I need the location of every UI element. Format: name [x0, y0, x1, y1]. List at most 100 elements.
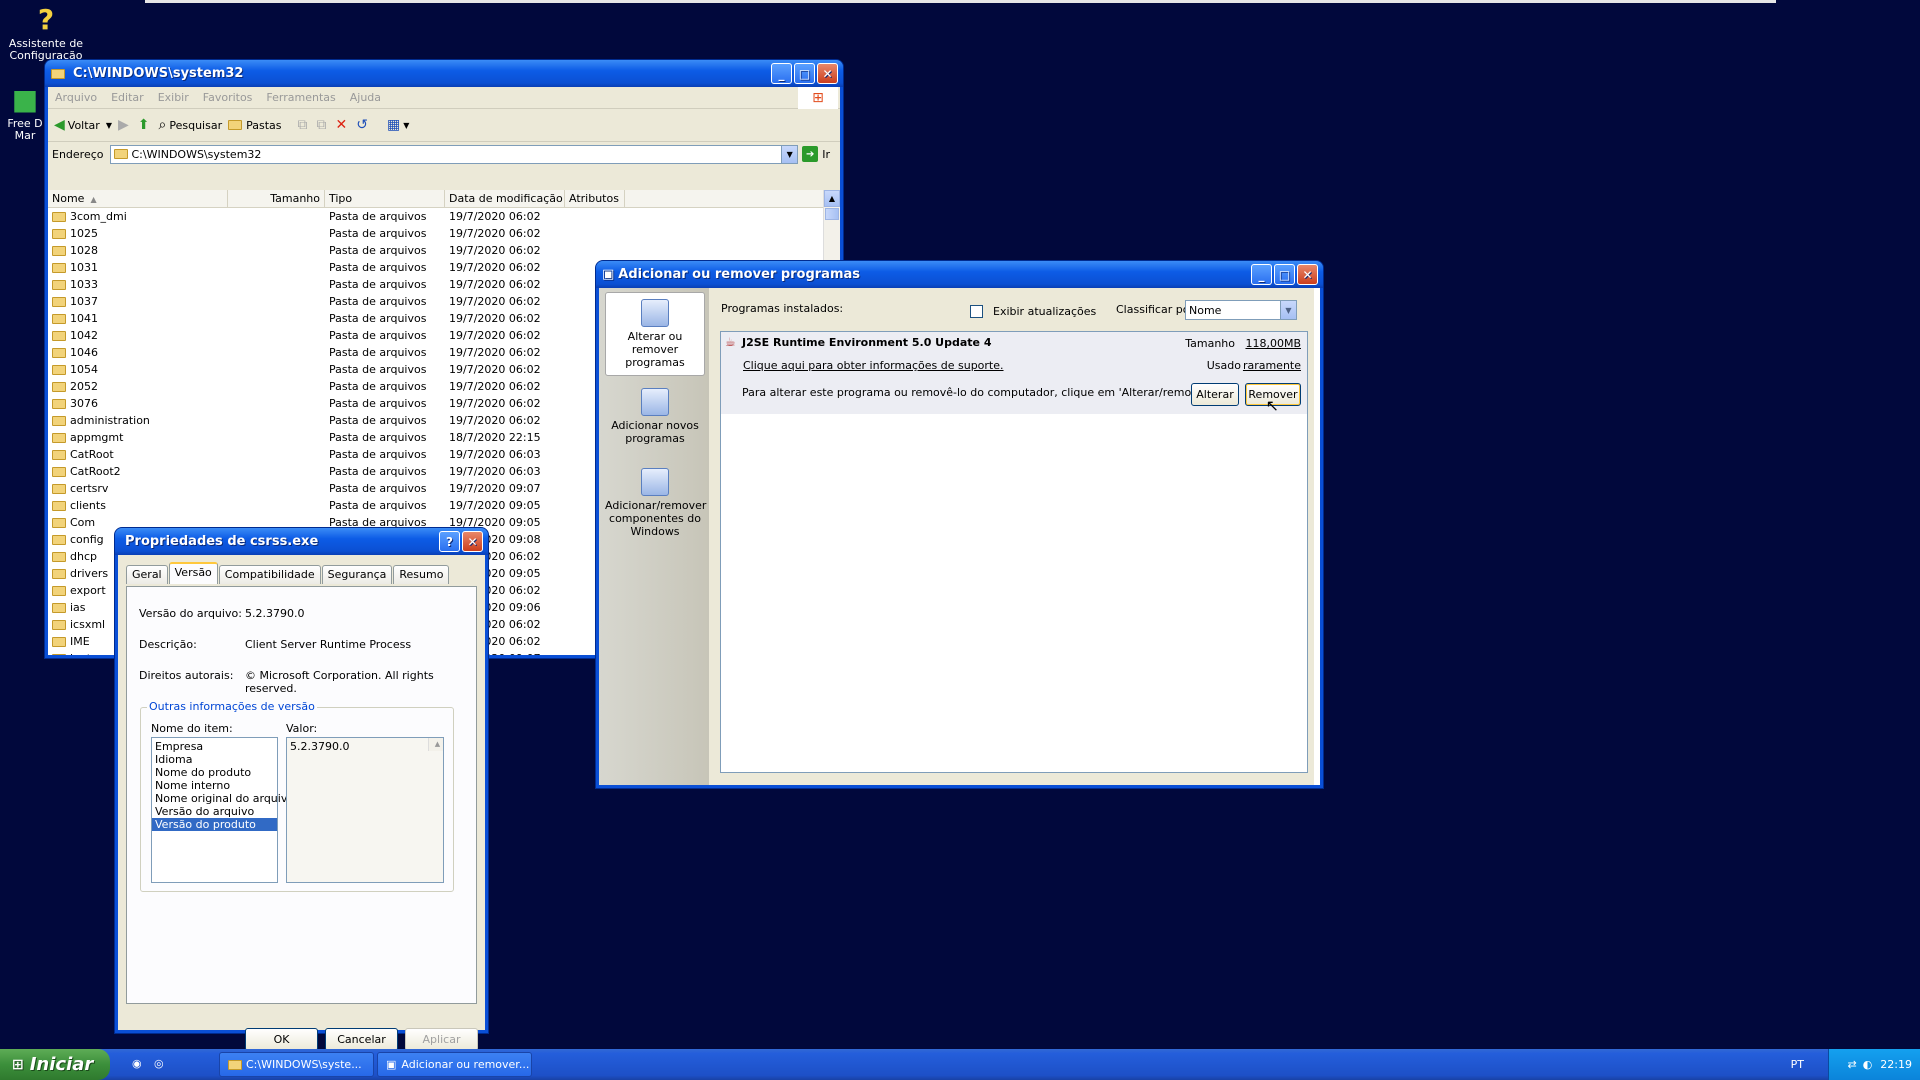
back-button[interactable]: ◀ Voltar ▼ [54, 117, 112, 133]
go-label[interactable]: Ir [822, 148, 830, 161]
folder-icon [52, 620, 66, 630]
go-arrow-icon[interactable]: ➔ [802, 146, 819, 162]
sort-select[interactable]: Nome ▼ [1185, 300, 1297, 320]
version-tab-pane: Versão do arquivo: 5.2.3790.0 Descrição:… [126, 586, 477, 1004]
copy-to-button[interactable]: ⧉ [317, 117, 330, 133]
tab-compatibility[interactable]: Compatibilidade [218, 565, 321, 584]
apply-button[interactable]: Aplicar [405, 1028, 478, 1051]
menu-edit[interactable]: Editar [104, 91, 151, 104]
search-icon: ⌕ [158, 117, 167, 133]
file-name-cell: CatRoot [48, 446, 228, 463]
add-new-programs-button[interactable]: Adicionar novos programas [605, 388, 705, 445]
undo-button[interactable]: ↺ [356, 117, 371, 133]
list-item[interactable]: Versão do arquivo [152, 805, 277, 818]
desktop-quicklaunch-icon[interactable]: ◎ [154, 1057, 164, 1070]
table-row[interactable]: 3com_dmi Pasta de arquivos 19/7/2020 06:02 [48, 208, 840, 225]
folder-icon [52, 484, 66, 494]
list-item[interactable]: Nome do produto [152, 766, 277, 779]
tab-security[interactable]: Segurança [321, 565, 393, 584]
task-addremove[interactable]: ▣ Adicionar ou remover... [377, 1052, 532, 1077]
task-explorer[interactable]: C:\WINDOWS\syste... [219, 1052, 374, 1077]
addremove-window: ▣ Adicionar ou remover programas _ □ ✕ A… [596, 261, 1323, 788]
col-date[interactable]: Data de modificação [445, 190, 565, 207]
menu-view[interactable]: Exibir [151, 91, 196, 104]
explorer-titlebar[interactable]: C:\WINDOWS\system32 _ □ ✕ [45, 60, 843, 87]
windows-components-button[interactable]: Adicionar/remover componentes do Windows [605, 468, 707, 538]
change-remove-programs-button[interactable]: Alterar ou remover programas [605, 292, 705, 376]
network-icon[interactable]: ⇄ [1847, 1058, 1856, 1071]
desktop-icon-free[interactable]: ■ Free D Mar [0, 84, 50, 142]
col-size[interactable]: Tamanho [228, 190, 325, 207]
close-button[interactable]: ✕ [1297, 264, 1318, 285]
address-field[interactable]: C:\WINDOWS\system32 ▼ [109, 144, 799, 164]
list-item[interactable]: Versão do produto [152, 818, 277, 831]
type-cell: Pasta de arquivos [329, 210, 427, 223]
maximize-button[interactable]: □ [1274, 264, 1295, 285]
menu-file[interactable]: Arquivo [48, 91, 104, 104]
file-name-cell: 3076 [48, 395, 228, 412]
addremove-app-icon: ▣ [602, 267, 615, 282]
views-button[interactable]: ▦ ▼ [387, 117, 409, 133]
volume-icon[interactable]: ◐ [1863, 1058, 1873, 1071]
menu-favorites[interactable]: Favoritos [196, 91, 260, 104]
address-dropdown-icon[interactable]: ▼ [781, 145, 798, 163]
value-box[interactable]: 5.2.3790.0 ▲ [286, 737, 444, 883]
type-cell: Pasta de arquivos [329, 346, 427, 359]
program-entry[interactable]: ☕ J2SE Runtime Environment 5.0 Update 4 … [721, 332, 1307, 415]
change-button[interactable]: Alterar [1191, 383, 1239, 406]
sidebar-label: Adicionar/remover componentes do Windows [605, 499, 707, 538]
folder-icon [52, 348, 66, 358]
toolbar: ◀ Voltar ▼ ▶ ⬆ ⌕ Pesquisar Pastas ⧉ ⧉ ✕ ↺ ▦… [48, 109, 840, 142]
addremove-titlebar[interactable]: ▣ Adicionar ou remover programas _ □ ✕ [596, 261, 1323, 288]
start-button[interactable]: ⊞ Iniciar [0, 1049, 110, 1080]
search-button[interactable]: ⌕ Pesquisar [159, 117, 223, 133]
type-cell: Pasta de arquivos [329, 414, 427, 427]
value-scrollbar[interactable]: ▲ [428, 738, 443, 751]
scroll-up-icon[interactable]: ▲ [824, 190, 840, 207]
delete-button[interactable]: ✕ [336, 117, 351, 133]
size-cell [228, 293, 325, 310]
support-link[interactable]: Clique aqui para obter informações de su… [743, 359, 1004, 372]
list-item[interactable]: Nome interno [152, 779, 277, 792]
menu-help[interactable]: Ajuda [343, 91, 388, 104]
ok-button[interactable]: OK [245, 1028, 318, 1051]
table-row[interactable]: 1025 Pasta de arquivos 19/7/2020 06:02 [48, 225, 840, 242]
folder-icon [52, 586, 66, 596]
list-item[interactable]: Empresa [152, 740, 277, 753]
desktop-icon-setup-wizard[interactable]: ? Assistente de Configuração [6, 4, 86, 62]
up-button[interactable]: ⬆ [138, 117, 153, 133]
clock: 22:19 [1880, 1058, 1912, 1071]
windows-logo-icon: ⊞ [798, 87, 838, 109]
tab-summary[interactable]: Resumo [393, 565, 450, 584]
properties-titlebar[interactable]: Propriedades de csrss.exe ? ✕ [115, 528, 488, 555]
folder-icon [52, 314, 66, 324]
move-to-button[interactable]: ⧉ [298, 117, 311, 133]
tab-version[interactable]: Versão [168, 562, 218, 584]
minimize-button[interactable]: _ [771, 63, 792, 84]
desktop-icon-label: Free D Mar [7, 117, 43, 142]
close-button[interactable]: ✕ [817, 63, 838, 84]
folders-button[interactable]: Pastas [228, 119, 282, 132]
col-type[interactable]: Tipo [325, 190, 445, 207]
checkbox-box[interactable] [970, 305, 983, 318]
menu-tools[interactable]: Ferramentas [259, 91, 342, 104]
list-item[interactable]: Nome original do arquivo [152, 792, 294, 805]
maximize-button[interactable]: □ [794, 63, 815, 84]
ie-quicklaunch-icon[interactable]: ◉ [132, 1057, 142, 1070]
scroll-thumb[interactable] [825, 208, 839, 220]
table-row[interactable]: 1028 Pasta de arquivos 19/7/2020 06:02 [48, 242, 840, 259]
col-name[interactable]: Nome ▲ [48, 190, 228, 207]
minimize-button[interactable]: _ [1251, 264, 1272, 285]
item-name-list[interactable]: Empresa Idioma Nome do produto Nome interno… [151, 737, 294, 883]
show-updates-checkbox[interactable]: Exibir atualizações [970, 305, 1096, 318]
close-button[interactable]: ✕ [462, 531, 483, 552]
type-cell: Pasta de arquivos [329, 227, 427, 240]
col-attributes[interactable]: Atributos [565, 190, 625, 207]
language-indicator[interactable]: PT [1791, 1058, 1804, 1071]
tab-general[interactable]: Geral [126, 565, 168, 584]
help-button[interactable]: ? [439, 531, 460, 552]
cancel-button[interactable]: Cancelar [325, 1028, 398, 1051]
forward-button[interactable]: ▶ [118, 117, 132, 133]
installed-label: Programas instalados: [721, 302, 844, 315]
list-item[interactable]: Idioma [152, 753, 277, 766]
